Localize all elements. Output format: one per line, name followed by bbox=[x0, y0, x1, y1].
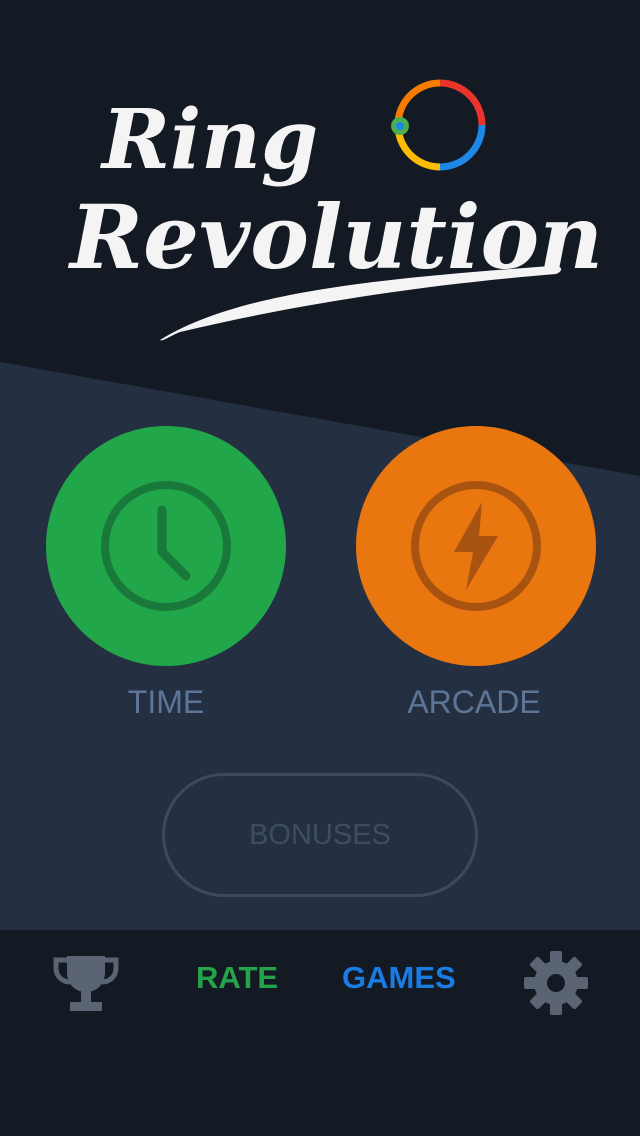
trophy-icon[interactable] bbox=[53, 950, 119, 1016]
rate-button[interactable]: RATE bbox=[196, 960, 278, 996]
gear-icon[interactable] bbox=[523, 950, 589, 1016]
logo-title-line1: Ring bbox=[100, 92, 318, 188]
game-logo: Ring Revolution bbox=[60, 70, 603, 360]
arcade-mode-button[interactable] bbox=[356, 426, 596, 666]
logo-ring-icon bbox=[391, 79, 486, 171]
bonuses-label: BONUSES bbox=[249, 818, 391, 851]
bonuses-button[interactable]: BONUSES bbox=[162, 773, 478, 897]
lightning-icon bbox=[411, 481, 541, 611]
games-button[interactable]: GAMES bbox=[342, 960, 456, 996]
time-mode-label: TIME bbox=[127, 684, 205, 720]
clock-icon bbox=[101, 481, 231, 611]
arcade-mode-label: ARCADE bbox=[407, 684, 541, 720]
time-mode-button[interactable] bbox=[46, 426, 286, 666]
